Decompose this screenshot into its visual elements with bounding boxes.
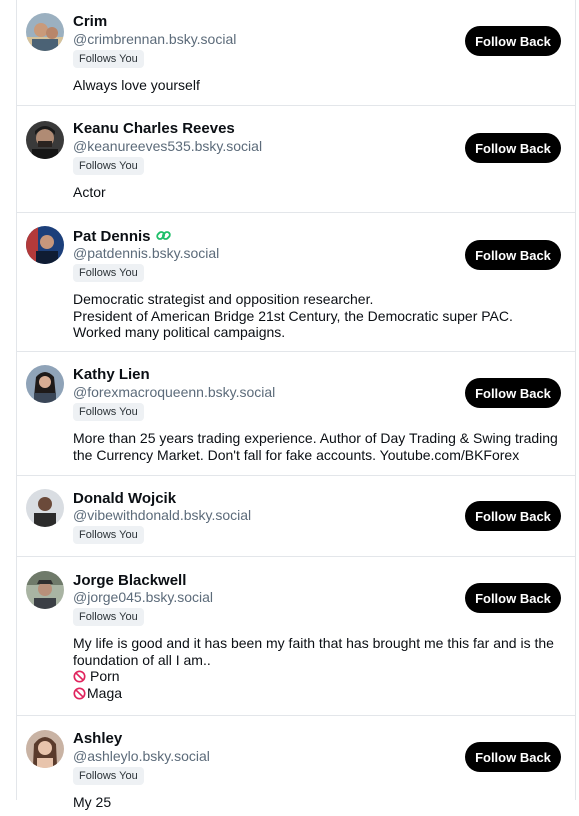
handle[interactable]: @ashleylo.bsky.social [73,748,210,765]
followers-list: Crim @crimbrennan.bsky.social Follows Yo… [16,0,576,810]
bio-line: Porn [90,668,120,684]
follows-you-badge: Follows You [73,526,144,544]
display-name[interactable]: Ashley [73,730,122,748]
list-item[interactable]: Keanu Charles Reeves @keanureeves535.bsk… [17,106,575,213]
follow-back-button[interactable]: Follow Back [465,742,561,772]
bio-line: My life is good and it has been my faith… [73,635,554,651]
bio-line: Worked many political campaigns. [73,324,286,340]
follows-you-badge: Follows You [73,264,144,282]
list-item[interactable]: Pat Dennis @patdennis.bsky.social Follow… [17,213,575,352]
bio: My 25 [73,794,563,811]
bio-line: Always love yourself [73,77,200,93]
bio-line: Democratic strategist and opposition res… [73,291,374,307]
display-name[interactable]: Keanu Charles Reeves [73,120,235,138]
bio-line: Maga [87,684,123,701]
follow-back-button[interactable]: Follow Back [465,378,561,408]
list-item[interactable]: Jorge Blackwell @jorge045.bsky.social Fo… [17,557,575,716]
avatar[interactable] [26,226,64,264]
bio: Democratic strategist and opposition res… [73,291,563,341]
bio: More than 25 years trading experience. A… [73,430,563,463]
follows-you-badge: Follows You [73,50,144,68]
follow-back-button[interactable]: Follow Back [465,133,561,163]
bio: My life is good and it has been my faith… [73,635,563,701]
avatar[interactable] [26,489,64,527]
handle[interactable]: @jorge045.bsky.social [73,589,213,606]
follow-back-button[interactable]: Follow Back [465,240,561,270]
bio-line: My 25 [73,794,112,810]
display-name[interactable]: Kathy Lien [73,366,150,384]
list-item[interactable]: Ashley @ashleylo.bsky.social Follows You… [17,716,575,816]
handle[interactable]: @crimbrennan.bsky.social [73,31,236,48]
handle[interactable]: @vibewithdonald.bsky.social [73,507,251,524]
bio-line: Actor [73,184,106,200]
follows-you-badge: Follows You [73,767,144,785]
bio-line-with-icon: Porn [73,668,563,685]
handle[interactable]: @patdennis.bsky.social [73,245,219,262]
bio: Always love yourself [73,77,563,94]
follow-back-button[interactable]: Follow Back [465,501,561,531]
display-name-text[interactable]: Pat Dennis [73,228,151,245]
display-name[interactable]: Jorge Blackwell [73,572,186,590]
avatar[interactable] [26,571,64,609]
handle[interactable]: @keanureeves535.bsky.social [73,138,262,155]
bio-line: the Currency Market. Don't fall for fake… [73,446,520,463]
follow-back-button[interactable]: Follow Back [465,26,561,56]
follows-you-badge: Follows You [73,403,144,421]
follows-you-badge: Follows You [73,608,144,626]
no-entry-icon [73,670,86,683]
bio-line: President of American Bridge 21st Centur… [73,307,513,324]
display-name[interactable]: Donald Wojcik [73,490,176,508]
list-item[interactable]: Donald Wojcik @vibewithdonald.bsky.socia… [17,476,575,557]
list-item[interactable]: Kathy Lien @forexmacroqueenn.bsky.social… [17,352,575,476]
list-item[interactable]: Crim @crimbrennan.bsky.social Follows Yo… [17,0,575,106]
bio-line: More than 25 years trading experience. A… [73,430,558,446]
avatar[interactable] [26,365,64,403]
avatar[interactable] [26,121,64,159]
bio-line-with-icon: Maga [73,685,563,702]
follow-back-button[interactable]: Follow Back [465,583,561,613]
avatar[interactable] [26,13,64,51]
follows-you-badge: Follows You [73,157,144,175]
display-name[interactable]: Crim [73,13,107,31]
no-entry-icon [73,686,86,700]
handle[interactable]: @forexmacroqueenn.bsky.social [73,384,275,401]
bio: Actor [73,184,563,201]
bio-line: foundation of all I am.. [73,651,211,668]
avatar[interactable] [26,730,64,768]
